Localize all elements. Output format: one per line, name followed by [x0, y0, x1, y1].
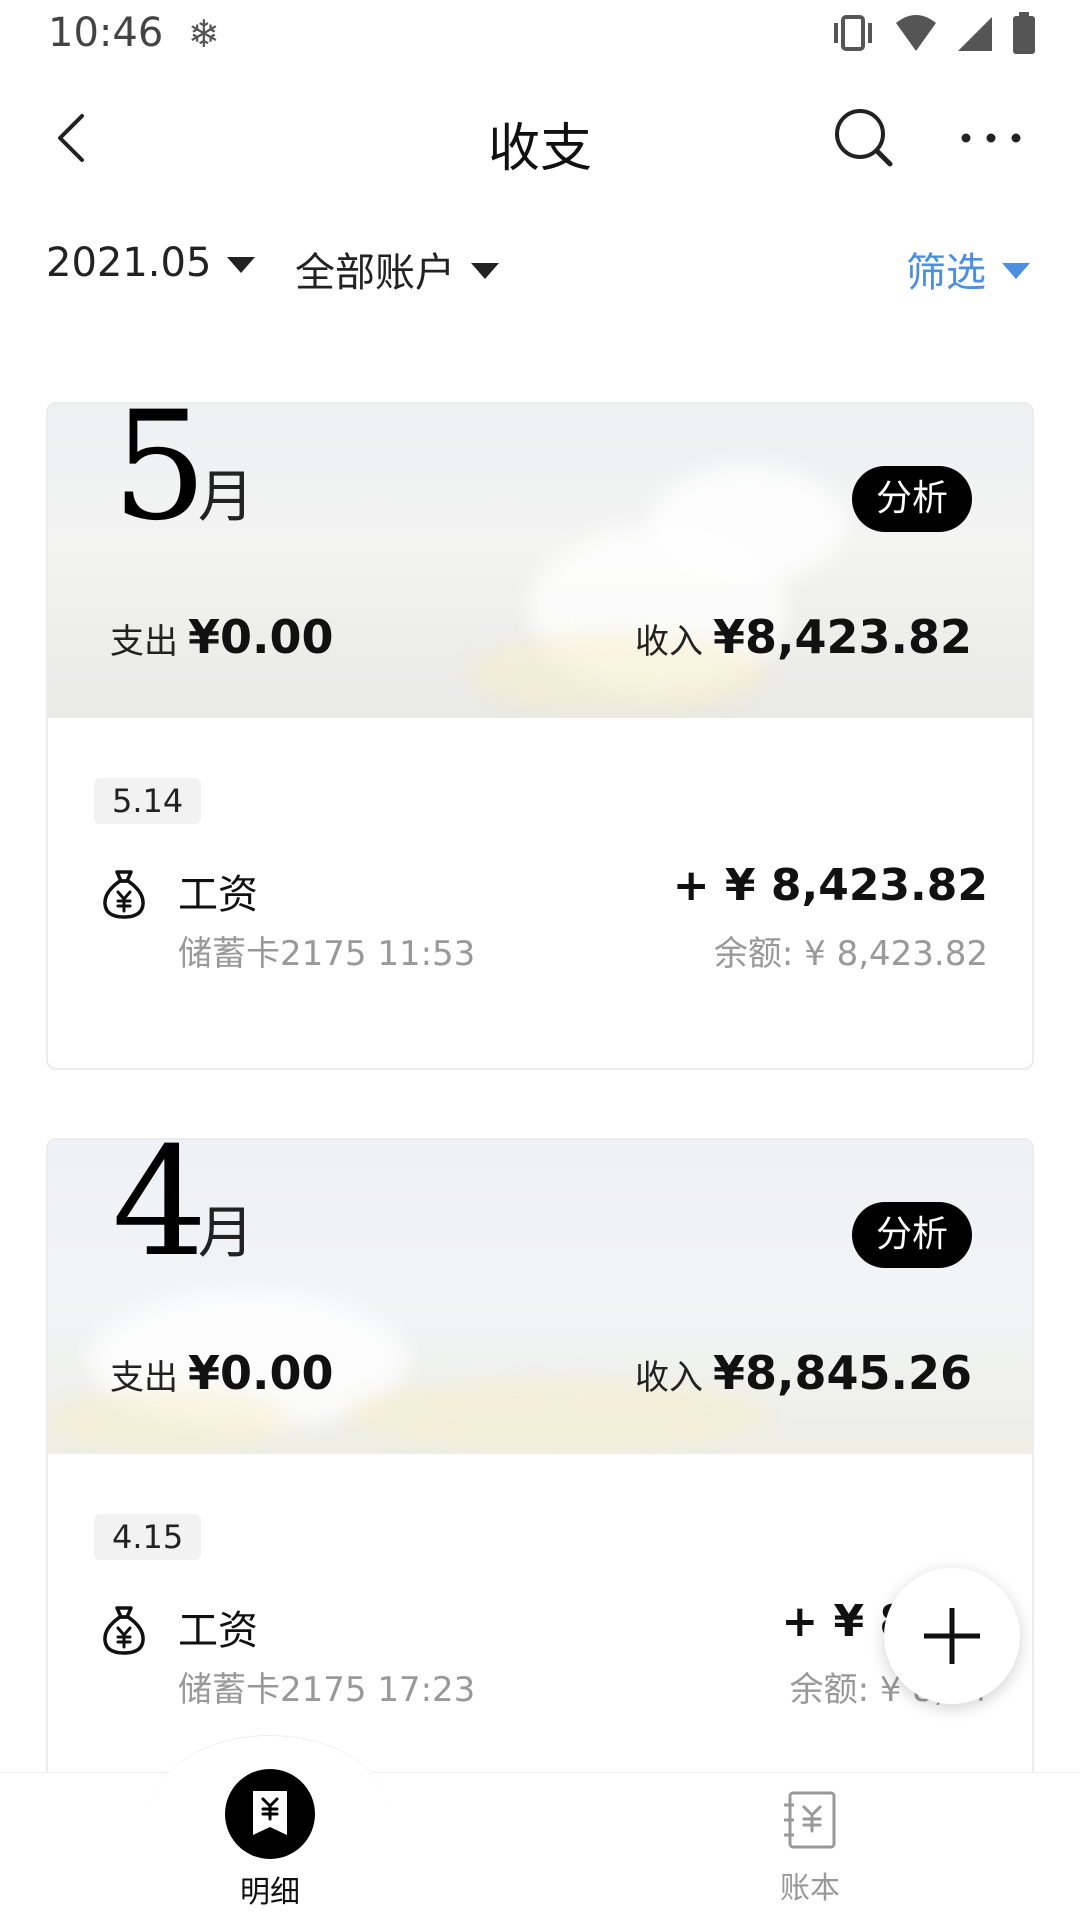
month-unit: 月 — [198, 1201, 254, 1266]
date-badge: 5.14 — [94, 778, 202, 824]
filter-bar: 2021.05 全部账户 筛选 — [0, 240, 1080, 300]
income-summary: 收入 ¥8,845.26 — [635, 1346, 972, 1400]
income-value: ¥8,845.26 — [713, 1346, 972, 1400]
wifi-icon — [896, 15, 936, 51]
nav-item-detail[interactable]: 明细 — [170, 1769, 370, 1920]
transaction-category: 工资 — [178, 1608, 258, 1654]
money-bag-icon — [103, 1606, 145, 1655]
nav-detail-icon-circle — [225, 1769, 315, 1859]
account-filter-label: 全部账户 — [295, 250, 455, 296]
month-unit: 月 — [198, 465, 254, 530]
vibrate-icon — [834, 15, 872, 51]
income-label: 收入 — [635, 1358, 703, 1398]
bottom-nav: 明细 账本 — [0, 1735, 1080, 1920]
month-summary: 支出 ¥0.00 收入 ¥8,423.82 — [48, 604, 1032, 664]
month-header: 5 月 分析 支出 ¥0.00 收入 ¥8,423.82 — [48, 404, 1032, 718]
income-value: ¥8,423.82 — [713, 610, 972, 664]
transaction-category: 工资 — [178, 872, 258, 918]
money-bag-icon — [103, 870, 145, 919]
plus-icon — [924, 1608, 980, 1664]
ledger-icon — [784, 1791, 836, 1849]
month-filter[interactable]: 2021.05 — [46, 240, 256, 286]
snowflake-icon: ❄ — [188, 12, 220, 56]
expense-summary: 支出 ¥0.00 — [110, 610, 334, 664]
expense-label: 支出 — [110, 622, 178, 662]
screen-filter-label: 筛选 — [906, 250, 986, 296]
search-button[interactable] — [832, 106, 896, 170]
app-bar: 收支 — [0, 90, 1080, 186]
transaction-account-time: 储蓄卡2175 11:53 — [178, 934, 476, 974]
page-title: 收支 — [487, 119, 592, 179]
analyze-button[interactable]: 分析 — [852, 466, 972, 532]
month-card-april: 4 月 分析 支出 ¥0.00 收入 ¥8,845.26 4.15 工资 储蓄卡… — [46, 1138, 1034, 1838]
transaction-account-time: 储蓄卡2175 17:23 — [178, 1670, 476, 1710]
transaction-balance: 余额: ¥ 8,423.82 — [713, 934, 988, 974]
transaction-row[interactable]: 工资 储蓄卡2175 11:53 + ¥ 8,423.82 余额: ¥ 8,42… — [48, 860, 1032, 988]
analyze-button[interactable]: 分析 — [852, 1202, 972, 1268]
status-icons — [830, 12, 1036, 54]
nav-detail-label: 明细 — [240, 1875, 300, 1910]
income-label: 收入 — [635, 622, 703, 662]
dropdown-arrow-icon — [1002, 263, 1030, 279]
month-summary: 支出 ¥0.00 收入 ¥8,845.26 — [48, 1340, 1032, 1400]
signal-icon — [958, 17, 992, 51]
expense-summary: 支出 ¥0.00 — [110, 1346, 334, 1400]
nav-item-book[interactable]: 账本 — [710, 1773, 910, 1920]
month-number: 4 — [112, 1138, 208, 1290]
status-time: 10:46 — [48, 10, 164, 56]
nav-book-label: 账本 — [780, 1871, 840, 1906]
transaction-amount: + ¥ 8,423.82 — [672, 860, 988, 911]
dropdown-arrow-icon — [227, 257, 256, 273]
income-summary: 收入 ¥8,423.82 — [635, 610, 972, 664]
expense-value: ¥0.00 — [188, 1346, 334, 1400]
search-icon — [835, 109, 893, 167]
more-icon — [961, 133, 1021, 143]
date-badge: 4.15 — [94, 1514, 202, 1560]
month-card-may: 5 月 分析 支出 ¥0.00 收入 ¥8,423.82 5.14 工资 储蓄卡… — [46, 402, 1034, 1070]
add-record-button[interactable] — [884, 1568, 1020, 1704]
expense-label: 支出 — [110, 1358, 178, 1398]
status-bar: 10:46 ❄ — [0, 0, 1080, 72]
account-filter[interactable]: 全部账户 — [295, 240, 499, 298]
receipt-icon — [253, 1791, 287, 1835]
battery-icon — [1013, 12, 1035, 54]
month-filter-label: 2021.05 — [46, 240, 212, 286]
more-button[interactable] — [958, 116, 1024, 160]
month-number: 5 — [112, 402, 208, 554]
month-transactions: 5.14 工资 储蓄卡2175 11:53 + ¥ 8,423.82 余额: ¥… — [48, 718, 1032, 1068]
screen-filter[interactable]: 筛选 — [906, 240, 1030, 298]
background-blossom — [648, 464, 848, 584]
expense-value: ¥0.00 — [188, 610, 334, 664]
dropdown-arrow-icon — [471, 263, 499, 279]
month-header: 4 月 分析 支出 ¥0.00 收入 ¥8,845.26 — [48, 1140, 1032, 1454]
